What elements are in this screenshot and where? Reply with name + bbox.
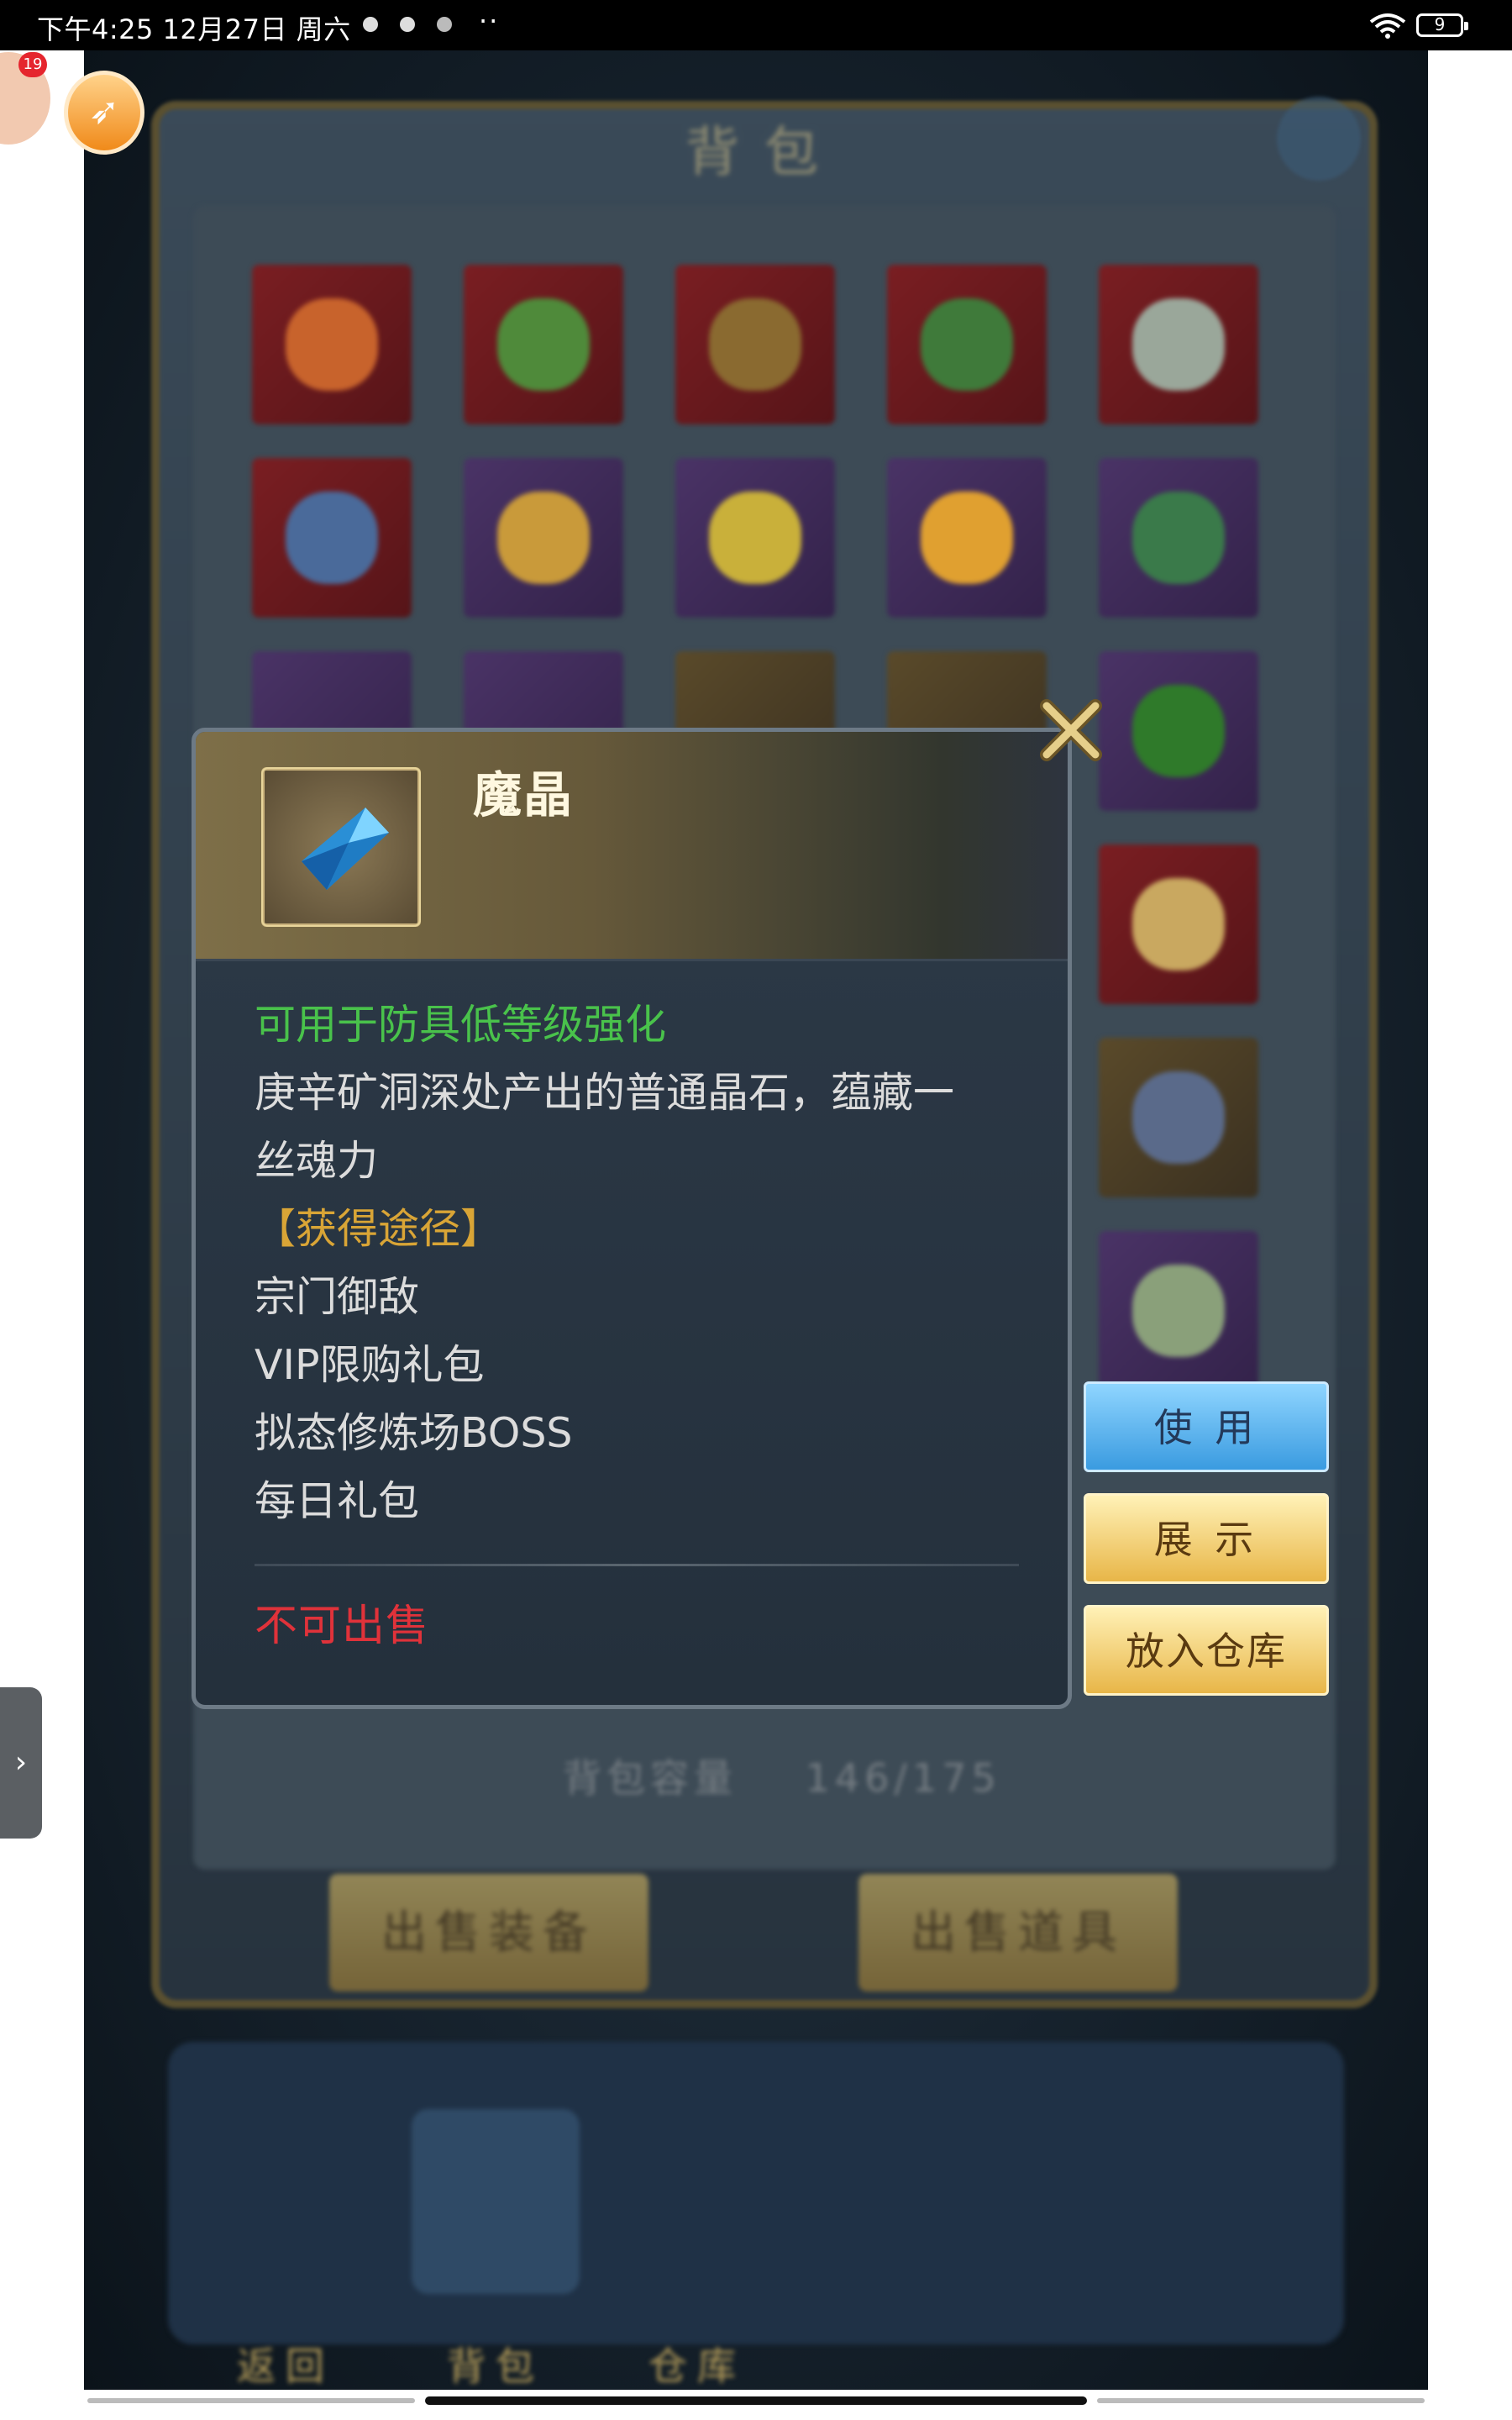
close-icon[interactable] — [1035, 694, 1107, 766]
item-description: 可用于防具低等级强化 庚辛矿洞深处产出的普通晶石，蕴藏一 丝魂力 【获得途径】 … — [255, 991, 1027, 1535]
bag-slot[interactable] — [252, 265, 412, 424]
bag-capacity: 背包容量 146/175 — [563, 1748, 1001, 1803]
status-bar: 下午4:25 12月27日 周六 ·· 9 — [0, 0, 1512, 50]
stone-icon — [1132, 1071, 1225, 1164]
mask-icon — [286, 492, 378, 584]
treasure-icon — [709, 298, 801, 391]
jade-ring-icon — [1132, 685, 1225, 777]
source-item: VIP限购礼包 — [255, 1341, 485, 1389]
notification-icon — [400, 17, 415, 32]
bottom-nav: 返回 背包 仓库 — [168, 2042, 1344, 2389]
bag-tab-label: 背包 — [447, 2344, 544, 2389]
side-expand-tab[interactable]: › — [0, 1687, 42, 1839]
notification-badge: 19 — [18, 52, 47, 77]
back-button[interactable]: 返回 — [202, 2109, 370, 2389]
bag-slot[interactable] — [675, 458, 835, 618]
show-button[interactable]: 展 示 — [1084, 1493, 1329, 1584]
sell-items-button[interactable]: 出售道具 — [858, 1874, 1178, 1991]
source-item: 每日礼包 — [255, 1477, 420, 1525]
wifi-icon — [1369, 13, 1406, 39]
rocket-icon: ➶ — [88, 90, 120, 133]
screen-margin-left — [0, 50, 84, 2390]
herb-icon — [497, 298, 590, 391]
nav-indicator — [1097, 2398, 1425, 2403]
capacity-label: 背包容量 — [563, 1755, 738, 1801]
screen-margin-right — [1428, 50, 1512, 2390]
item-header: 魔晶 — [196, 732, 1068, 961]
notification-icon — [363, 17, 378, 32]
flower-icon — [1132, 1265, 1225, 1357]
sell-status: 不可出售 — [255, 1602, 430, 1651]
bag-close-button[interactable] — [1277, 97, 1361, 181]
chevron-right-icon: › — [14, 1745, 28, 1780]
item-detail-popup: 魔晶 可用于防具低等级强化 庚辛矿洞深处产出的普通晶石，蕴藏一 丝魂力 【获得途… — [192, 728, 1072, 1709]
bag-slot[interactable] — [1099, 265, 1258, 424]
system-nav-bar — [0, 2390, 1512, 2420]
bag-title: 背包 — [685, 122, 843, 184]
sell-equipment-button[interactable]: 出售装备 — [329, 1874, 648, 1991]
bag-slot[interactable] — [1099, 651, 1258, 811]
tea-cup-icon — [1132, 298, 1225, 391]
ticket-icon — [1132, 492, 1225, 584]
bag-tab[interactable]: 背包 — [412, 2109, 580, 2389]
back-label: 返回 — [237, 2344, 334, 2389]
divider — [255, 1564, 1019, 1566]
magic-crystal-icon — [302, 808, 389, 890]
source-item: 拟态修炼场BOSS — [255, 1409, 573, 1457]
bag-slot[interactable] — [1099, 458, 1258, 618]
notification-icon — [437, 17, 452, 32]
use-button[interactable]: 使 用 — [1084, 1381, 1329, 1472]
maple-leaf-icon — [286, 298, 378, 391]
battery-icon: 9 — [1416, 13, 1468, 37]
bag-slot[interactable] — [887, 458, 1047, 618]
bag-slot[interactable] — [464, 265, 623, 424]
ore-icon — [1132, 878, 1225, 971]
item-description-line: 丝魂力 — [255, 1137, 379, 1185]
crystal-icon — [497, 492, 590, 584]
bag-slot[interactable] — [464, 458, 623, 618]
warehouse-tab[interactable]: 仓库 — [613, 2109, 781, 2389]
spark-icon — [921, 492, 1013, 584]
store-in-warehouse-button[interactable]: 放入仓库 — [1084, 1605, 1329, 1696]
capacity-value: 146/175 — [805, 1755, 1001, 1801]
crystal-icon — [709, 492, 801, 584]
warehouse-tab-label: 仓库 — [648, 2344, 746, 2389]
item-name: 魔晶 — [473, 766, 575, 823]
item-usage: 可用于防具低等级强化 — [255, 1001, 667, 1049]
bag-slot[interactable] — [1099, 1231, 1258, 1391]
more-notifications-icon: ·· — [479, 5, 500, 37]
bag-slot[interactable] — [1099, 844, 1258, 1004]
bag-slot[interactable] — [675, 265, 835, 424]
nav-indicator — [87, 2398, 415, 2403]
source-item: 宗门御敌 — [255, 1273, 420, 1321]
status-time: 下午4:25 12月27日 周六 — [37, 13, 351, 45]
home-indicator[interactable] — [425, 2396, 1087, 2405]
item-description-line: 庚辛矿洞深处产出的普通晶石，蕴藏一 — [255, 1069, 955, 1117]
rocket-boost-button[interactable]: ➶ — [64, 71, 144, 155]
battery-level: 9 — [1434, 14, 1446, 34]
source-header: 【获得途径】 — [255, 1205, 502, 1253]
bag-slot[interactable] — [252, 458, 412, 618]
item-icon-frame — [261, 767, 421, 927]
bag-slot[interactable] — [1099, 1038, 1258, 1197]
leaf-icon — [921, 298, 1013, 391]
bag-slot[interactable] — [887, 265, 1047, 424]
